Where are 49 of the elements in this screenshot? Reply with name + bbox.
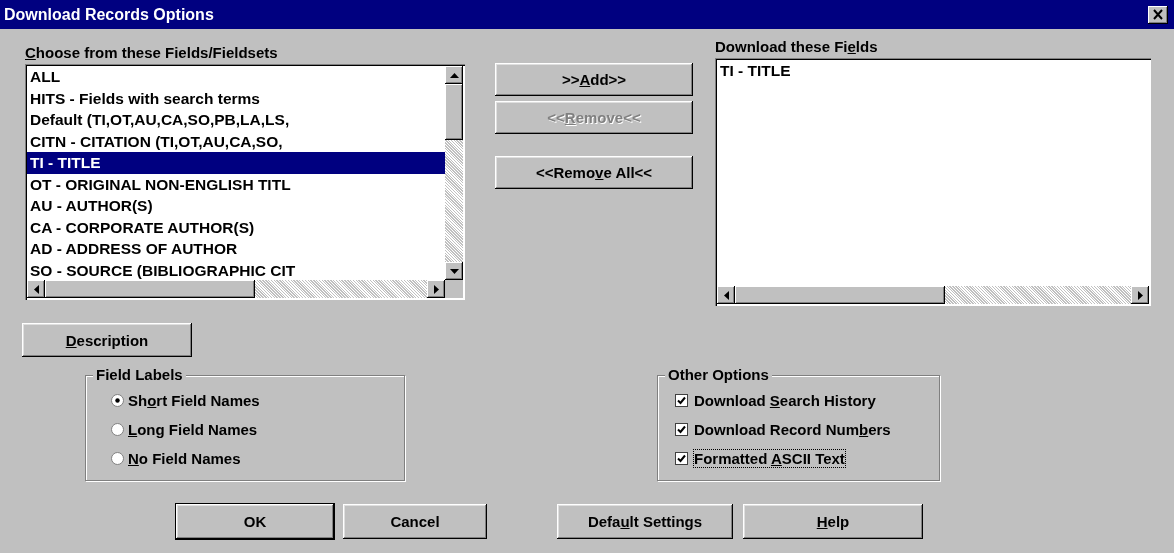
checkbox[interactable] <box>675 423 688 436</box>
checkbox-label: Download Search History <box>694 392 876 409</box>
list-item[interactable]: CA - CORPORATE AUTHOR(S) <box>27 216 445 238</box>
right-arrow-icon <box>433 284 439 294</box>
checkbox[interactable] <box>675 394 688 407</box>
close-button[interactable] <box>1148 5 1168 24</box>
description-button[interactable]: Description <box>22 323 192 357</box>
checkbox-label: Download Record Numbers <box>694 421 891 438</box>
selected-fields-listbox[interactable]: TI - TITLE <box>715 58 1151 306</box>
radio-label: No Field Names <box>128 450 241 467</box>
dialog-button[interactable]: Cancel <box>343 504 487 539</box>
checkbox-label: Formatted ASCII Text <box>694 450 845 467</box>
list-item[interactable]: TI - TITLE <box>27 152 445 174</box>
list-item[interactable]: CITN - CITATION (TI,OT,AU,CA,SO, <box>27 130 445 152</box>
radio-label: Short Field Names <box>128 392 260 409</box>
left-arrow-icon <box>33 284 39 294</box>
dialog-button[interactable]: OK <box>176 504 334 539</box>
list-item[interactable]: Default (TI,OT,AU,CA,SO,PB,LA,LS, <box>27 109 445 131</box>
horizontal-scrollbar[interactable] <box>717 286 1149 304</box>
window-title: Download Records Options <box>4 5 214 24</box>
list-item[interactable]: AU - AUTHOR(S) <box>27 195 445 217</box>
radio-button[interactable] <box>111 394 124 407</box>
radio-button[interactable] <box>111 452 124 465</box>
checkbox[interactable] <box>675 452 688 465</box>
scrollbar-corner <box>445 280 463 298</box>
list-item[interactable]: HITS - Fields with search terms <box>27 87 445 109</box>
list-item[interactable]: OT - ORIGINAL NON-ENGLISH TITL <box>27 173 445 195</box>
list-item[interactable]: ALL <box>27 66 445 88</box>
down-arrow-icon <box>449 268 459 274</box>
left-arrow-icon <box>723 290 729 300</box>
horizontal-scrollbar[interactable] <box>27 280 445 298</box>
fields-listbox[interactable] <box>25 64 465 300</box>
close-icon <box>1152 9 1164 20</box>
list-label: Choose from these Fields/Fieldsets <box>25 45 279 63</box>
list-label: Download these Fields <box>715 39 879 57</box>
right-arrow-icon <box>1137 290 1143 300</box>
dialog-button[interactable]: Help <box>743 504 923 539</box>
radio-label: Long Field Names <box>128 421 258 438</box>
group-title: Field Labels <box>93 366 186 383</box>
list-item[interactable]: AD - ADDRESS OF AUTHOR <box>27 238 445 260</box>
list-item[interactable]: SO - SOURCE (BIBLIOGRAPHIC CIT <box>27 259 445 280</box>
vertical-scrollbar[interactable] <box>445 66 463 280</box>
radio-button[interactable] <box>111 423 124 436</box>
up-arrow-icon <box>449 72 459 78</box>
group-title: Other Options <box>665 366 772 383</box>
action-button[interactable]: >>Add>> <box>495 63 693 96</box>
dialog-button[interactable]: Default Settings <box>557 504 733 539</box>
action-button[interactable]: <<Remove All<< <box>495 156 693 189</box>
list-item[interactable]: TI - TITLE <box>717 60 1149 82</box>
